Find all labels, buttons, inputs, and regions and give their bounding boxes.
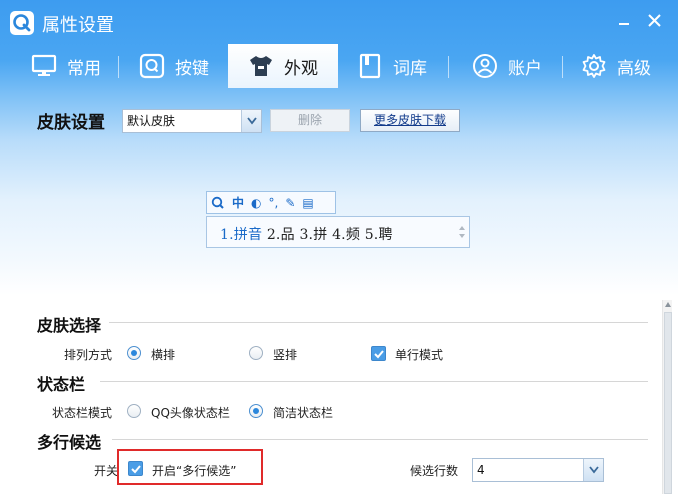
ime-preview-toolbar: 中 ◐ °, ✎ ▤ [206,191,336,214]
key-q-icon [139,53,165,79]
status-bar-mode-label: 状态栏模式 [52,406,113,420]
clipboard-icon: ▤ [302,195,314,210]
window-title: 属性设置 [42,15,114,36]
page-arrows-icon [459,226,465,238]
vertical-radio[interactable] [249,346,263,360]
tab-appearance[interactable]: 外观 [228,44,338,88]
checkmark-icon [374,350,384,359]
tab-common[interactable]: 常用 [16,44,116,88]
book-icon [359,53,381,79]
horizontal-radio[interactable] [127,346,141,360]
gear-icon [582,54,606,78]
candidate-rows-select[interactable]: 4 [472,458,604,482]
tab-advanced[interactable]: 高级 [566,44,666,88]
skin-settings-title: 皮肤设置 [37,113,105,133]
tab-dictionary[interactable]: 词库 [342,44,442,88]
skin-select-section-title: 皮肤选择 [37,312,110,336]
switch-label: 开关 [94,464,119,478]
tab-label: 常用 [67,58,101,79]
candidate-item: 3.拼 [299,227,328,243]
tab-divider [562,56,563,78]
tab-label: 词库 [393,58,427,79]
half-width-icon: ◐ [251,195,262,210]
highlight-box [117,449,263,485]
qq-avatar-radio[interactable] [127,404,141,418]
chevron-down-icon[interactable] [583,459,603,481]
layout-label: 排列方式 [64,348,113,362]
tab-divider [448,56,449,78]
chevron-down-icon[interactable] [241,110,261,132]
status-bar-section-title: 状态栏 [37,371,94,395]
more-skins-button[interactable]: 更多皮肤下载 [360,109,460,132]
title-bar: 属性设置 [0,0,678,44]
close-button[interactable] [644,10,666,32]
single-line-label: 单行模式 [395,348,444,362]
candidate-item: 4.频 [332,227,361,243]
tab-divider [118,56,119,78]
tab-account[interactable]: 账户 [452,44,562,88]
settings-window: 属性设置 常用 按键 外观 词库 账户 高级 皮肤设置 默认皮肤 删除 更多皮肤… [0,0,678,494]
qq-pinyin-logo-icon [10,11,34,35]
qq-pinyin-logo-icon [211,196,224,209]
candidate-rows-value: 4 [477,463,485,477]
candidate-rows-label: 候选行数 [410,464,459,478]
simple-status-radio[interactable] [249,404,263,418]
user-icon [473,54,497,78]
wrench-icon: ✎ [285,195,296,210]
section-divider [112,439,648,440]
tab-label: 外观 [284,58,318,79]
candidate-list: 1.拼音 2.品 3.拼 4.频 5.聘 [220,224,393,244]
candidate-item: 2.品 [266,227,295,243]
tab-label: 账户 [508,58,542,79]
monitor-icon [31,54,57,76]
candidate-item: 1.拼音 [220,227,263,243]
candidate-item: 5.聘 [364,227,393,243]
horizontal-label: 横排 [151,348,176,362]
tab-label: 高级 [617,58,651,79]
multi-line-section-title: 多行候选 [37,429,110,453]
punctuation-icon: °, [268,195,279,210]
vertical-label: 竖排 [273,348,298,362]
tab-keys[interactable]: 按键 [124,44,224,88]
scroll-up-icon[interactable] [665,302,671,307]
tab-label: 按键 [175,58,209,79]
scrollbar[interactable] [662,300,672,494]
ime-candidate-preview: 1.拼音 2.品 3.拼 4.频 5.聘 [206,216,470,248]
delete-skin-button[interactable]: 删除 [270,109,350,132]
qq-avatar-label: QQ头像状态栏 [151,406,230,420]
skin-select-value: 默认皮肤 [127,114,176,128]
single-line-checkbox[interactable] [371,346,386,361]
section-divider [100,322,648,323]
tshirt-icon [250,56,272,76]
simple-status-label: 简洁状态栏 [273,406,334,420]
chinese-mode-icon: 中 [232,196,245,210]
scrollbar-thumb[interactable] [664,312,672,494]
minimize-button[interactable] [614,10,636,32]
section-divider [100,381,648,382]
tab-bar: 常用 按键 外观 词库 账户 高级 [0,44,678,88]
skin-select[interactable]: 默认皮肤 [122,109,262,133]
